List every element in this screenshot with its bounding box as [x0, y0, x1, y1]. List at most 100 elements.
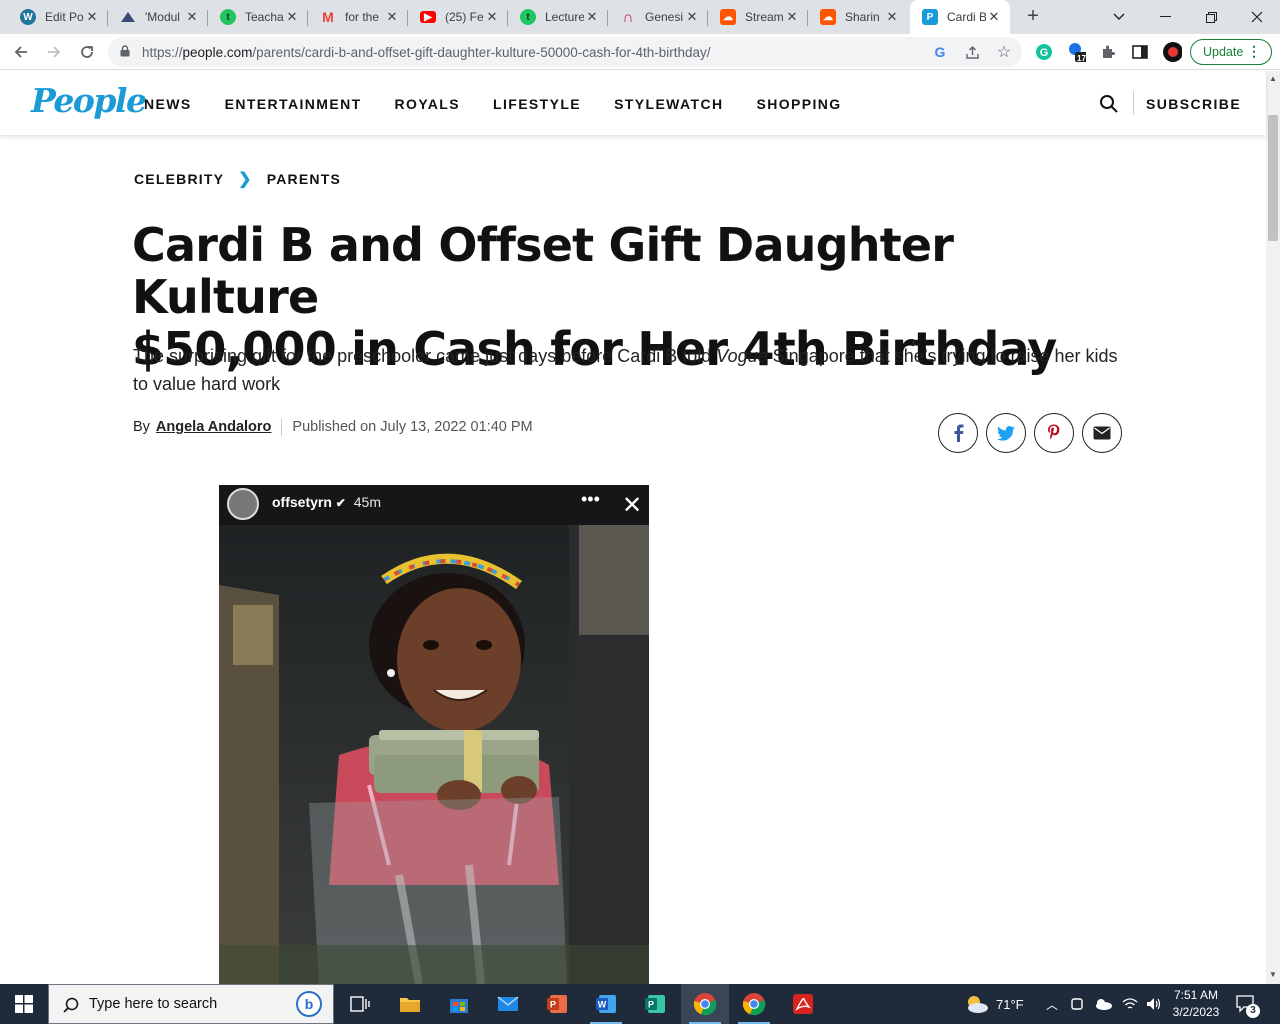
close-tab-icon[interactable]: ✕	[184, 9, 200, 25]
menu-dots-icon[interactable]: ⋮	[1247, 43, 1261, 60]
scroll-down-icon[interactable]: ▼	[1269, 970, 1277, 979]
browser-tab[interactable]: ∩ Genesi ✕	[608, 0, 708, 34]
share-icon[interactable]	[964, 44, 980, 60]
more-options-icon[interactable]: •••	[581, 489, 600, 510]
close-tab-icon[interactable]: ✕	[584, 9, 600, 25]
scroll-up-icon[interactable]: ▲	[1269, 74, 1277, 83]
extension-badge-count: 17	[1077, 54, 1086, 63]
close-tab-icon[interactable]: ✕	[884, 9, 900, 25]
browser-tab[interactable]: M for the ✕	[308, 0, 408, 34]
nav-royals[interactable]: ROYALS	[395, 96, 460, 112]
profile-avatar[interactable]	[1162, 42, 1182, 62]
store-taskbar[interactable]	[435, 984, 483, 1024]
volume-icon[interactable]	[1146, 997, 1162, 1011]
wifi-icon[interactable]	[1122, 997, 1138, 1011]
minimize-icon	[1159, 16, 1171, 17]
extension-badge-icon[interactable]: 17	[1066, 42, 1086, 63]
extensions-puzzle-icon[interactable]	[1098, 42, 1118, 62]
close-tab-icon[interactable]: ✕	[284, 9, 300, 25]
lock-icon	[120, 45, 130, 57]
restore-icon	[1205, 11, 1217, 23]
browser-tab[interactable]: 'Modul ✕	[108, 0, 208, 34]
svg-text:P: P	[550, 1000, 556, 1010]
byline-divider	[281, 418, 283, 436]
teachable-icon: t	[520, 9, 536, 25]
taskbar-search-box[interactable]: Type here to search b	[48, 984, 334, 1024]
reload-icon	[81, 46, 93, 58]
people-logo[interactable]: People	[31, 81, 147, 120]
bing-icon[interactable]: b	[295, 990, 323, 1018]
url-text[interactable]: https://people.com/parents/cardi-b-and-o…	[142, 45, 711, 60]
close-window-button[interactable]	[1234, 0, 1280, 34]
page-scrollbar[interactable]: ▲ ▼	[1266, 71, 1280, 984]
close-tab-icon[interactable]: ✕	[986, 9, 1002, 25]
subscribe-link[interactable]: SUBSCRIBE	[1146, 96, 1241, 112]
search-icon[interactable]	[1099, 94, 1119, 114]
nav-entertainment[interactable]: ENTERTAINMENT	[225, 96, 362, 112]
start-button[interactable]	[0, 984, 48, 1024]
tab-search-button[interactable]	[1096, 0, 1142, 34]
facebook-icon	[954, 424, 964, 442]
article-hero-image[interactable]: offsetyrn ✔ 45m ••• ✕	[219, 485, 649, 984]
meet-now-icon[interactable]	[1070, 996, 1084, 1012]
mail-icon	[497, 996, 519, 1011]
mail-taskbar[interactable]	[484, 984, 532, 1024]
share-facebook-button[interactable]	[938, 413, 978, 453]
breadcrumb-celebrity[interactable]: CELEBRITY	[134, 171, 224, 187]
headphones-icon: ∩	[622, 8, 634, 26]
reload-button[interactable]	[73, 38, 101, 66]
forward-button[interactable]	[40, 38, 68, 66]
nav-shopping[interactable]: SHOPPING	[756, 96, 841, 112]
publisher-taskbar[interactable]: P	[631, 984, 679, 1024]
share-email-button[interactable]	[1082, 413, 1122, 453]
task-view-button[interactable]	[336, 984, 384, 1024]
close-tab-icon[interactable]: ✕	[484, 9, 500, 25]
twitter-icon	[997, 425, 1015, 441]
browser-tab-active[interactable]: P Cardi B ✕	[910, 0, 1010, 34]
weather-widget[interactable]: 71°F	[962, 984, 1024, 1024]
acrobat-taskbar[interactable]	[779, 984, 827, 1024]
new-tab-button[interactable]: +	[1022, 6, 1044, 28]
chevron-up-icon[interactable]: ︿	[1046, 996, 1058, 1013]
share-twitter-button[interactable]	[986, 413, 1026, 453]
back-button[interactable]	[7, 38, 35, 66]
browser-tab[interactable]: t Teacha ✕	[208, 0, 308, 34]
browser-tab[interactable]: ▶ (25) Fe ✕	[408, 0, 508, 34]
minimize-button[interactable]	[1142, 0, 1188, 34]
close-tab-icon[interactable]: ✕	[784, 9, 800, 25]
powerpoint-taskbar[interactable]: P	[533, 984, 581, 1024]
browser-tab[interactable]: ☁ Sharin ✕	[808, 0, 908, 34]
restore-button[interactable]	[1188, 0, 1234, 34]
breadcrumb-parents[interactable]: PARENTS	[267, 171, 341, 187]
update-button[interactable]: Update ⋮	[1190, 39, 1272, 65]
nav-stylewatch[interactable]: STYLEWATCH	[614, 96, 723, 112]
close-tab-icon[interactable]: ✕	[84, 9, 100, 25]
nav-news[interactable]: NEWS	[144, 96, 192, 112]
share-pinterest-button[interactable]	[1034, 413, 1074, 453]
bookmark-star-icon[interactable]: ☆	[996, 44, 1012, 61]
scrollbar-thumb[interactable]	[1268, 115, 1278, 241]
chrome-taskbar[interactable]	[730, 984, 778, 1024]
notifications-button[interactable]: 3	[1236, 984, 1260, 1024]
browser-tab[interactable]: ☁ Stream ✕	[708, 0, 808, 34]
google-lens-icon[interactable]: G	[932, 44, 948, 60]
address-bar[interactable]: https://people.com/parents/cardi-b-and-o…	[108, 37, 1022, 67]
onedrive-cloud-icon[interactable]	[1094, 998, 1113, 1010]
clock[interactable]: 7:51 AM 3/2/2023	[1162, 987, 1230, 1021]
soundcloud-icon: ☁	[720, 9, 736, 25]
browser-tab[interactable]: t Lecture ✕	[508, 0, 608, 34]
nav-lifestyle[interactable]: LIFESTYLE	[493, 96, 581, 112]
close-icon[interactable]: ✕	[622, 491, 642, 520]
close-tab-icon[interactable]: ✕	[384, 9, 400, 25]
word-taskbar[interactable]: W	[582, 984, 630, 1024]
close-tab-icon[interactable]: ✕	[684, 9, 700, 25]
browser-tab[interactable]: W Edit Po ✕	[8, 0, 108, 34]
side-panel-icon[interactable]	[1130, 42, 1150, 62]
chevron-down-icon	[1113, 13, 1125, 20]
verified-badge-icon: ✔	[335, 496, 346, 510]
story-avatar[interactable]	[227, 488, 259, 520]
grammarly-icon[interactable]: G	[1034, 42, 1054, 62]
file-explorer-taskbar[interactable]	[386, 984, 434, 1024]
chrome-taskbar-active[interactable]	[681, 984, 729, 1024]
author-link[interactable]: Angela Andaloro	[156, 419, 271, 435]
